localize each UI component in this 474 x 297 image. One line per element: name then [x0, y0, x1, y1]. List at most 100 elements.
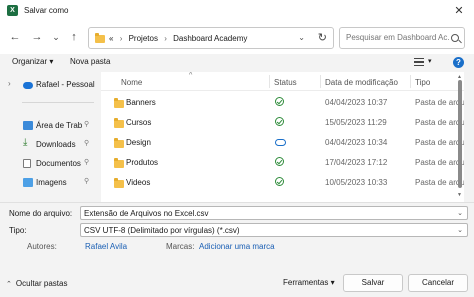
- help-icon[interactable]: ?: [453, 57, 464, 68]
- file-row-design[interactable]: Design 04/04/2023 10:34 Pasta de arqui: [101, 133, 464, 153]
- download-icon: ⤓: [23, 137, 28, 148]
- navigation-pane: › Rafael - Pessoal Área de Trab ⚲ ⤓ Down…: [0, 72, 100, 202]
- file-type-select[interactable]: ⌄: [80, 223, 468, 237]
- address-bar[interactable]: « › Projetos › Dashboard Academy ⌄ ↻: [88, 27, 334, 49]
- title-bar: X Salvar como ✕: [0, 0, 474, 22]
- search-icon[interactable]: [451, 34, 459, 42]
- sidebar-item-onedrive[interactable]: › Rafael - Pessoal: [0, 77, 100, 93]
- column-header-type[interactable]: Tipo: [415, 78, 430, 87]
- hide-folders-label: Ocultar pastas: [15, 279, 68, 288]
- sidebar-item-desktop[interactable]: Área de Trab ⚲: [0, 118, 100, 134]
- images-icon: [23, 178, 33, 187]
- new-folder-button[interactable]: Nova pasta: [70, 57, 110, 66]
- folder-icon: [114, 118, 124, 128]
- chevron-up-icon: ⌃: [6, 281, 12, 288]
- hide-folders-button[interactable]: ⌃ Ocultar pastas: [6, 279, 67, 288]
- authors-link[interactable]: Rafael Avila: [85, 242, 127, 251]
- sidebar-item-downloads[interactable]: ⤓ Downloads ⚲: [0, 137, 100, 153]
- chevron-down-icon[interactable]: ⌄: [457, 209, 463, 217]
- authors-label: Autores:: [27, 242, 57, 251]
- file-modified: 04/04/2023 10:34: [325, 138, 388, 147]
- sidebar-item-label: Documentos: [36, 159, 81, 168]
- sidebar-item-label: Downloads: [36, 140, 76, 149]
- column-divider[interactable]: [410, 75, 411, 88]
- sidebar-item-images[interactable]: Imagens ⚲: [0, 175, 100, 191]
- file-name: Cursos: [126, 118, 152, 127]
- close-icon[interactable]: ✕: [452, 4, 466, 17]
- file-type: Pasta de arqui: [415, 98, 464, 107]
- file-modified: 10/05/2023 10:33: [325, 178, 388, 187]
- filename-field[interactable]: ⌄: [80, 206, 468, 220]
- file-name: Produtos: [126, 158, 159, 167]
- back-arrow-icon[interactable]: ←: [8, 31, 22, 43]
- sidebar-item-label: Rafael - Pessoal: [36, 80, 95, 89]
- pin-icon: ⚲: [84, 159, 90, 166]
- chevron-down-icon[interactable]: ⌄: [457, 226, 463, 234]
- search-input[interactable]: [346, 33, 450, 42]
- folder-icon: [114, 178, 124, 188]
- file-row-cursos[interactable]: Cursos 15/05/2023 11:29 Pasta de arqui: [101, 113, 464, 133]
- excel-app-icon: X: [7, 5, 18, 16]
- pin-icon: ⚲: [84, 121, 90, 128]
- search-box[interactable]: [339, 27, 465, 49]
- add-tag-link[interactable]: Adicionar uma marca: [199, 242, 275, 251]
- sort-ascending-icon: ^: [189, 72, 193, 79]
- vertical-scrollbar[interactable]: [458, 80, 462, 188]
- sidebar-item-label: Imagens: [36, 178, 67, 187]
- breadcrumb-projetos[interactable]: Projetos: [129, 34, 158, 43]
- view-options-chevron-icon[interactable]: ▾: [428, 57, 432, 65]
- column-header-row: ^ Nome Status Data de modificação Tipo: [101, 72, 464, 91]
- column-header-modified[interactable]: Data de modificação: [325, 78, 398, 87]
- file-row-banners[interactable]: Banners 04/04/2023 10:37 Pasta de arqui: [101, 93, 464, 113]
- file-modified: 04/04/2023 10:37: [325, 98, 388, 107]
- expand-chevron-icon[interactable]: ›: [8, 79, 11, 88]
- file-row-videos[interactable]: Videos 10/05/2023 10:33 Pasta de arqui: [101, 173, 464, 193]
- breadcrumb-dashboard-academy[interactable]: Dashboard Academy: [173, 34, 247, 43]
- column-header-status[interactable]: Status: [274, 78, 297, 87]
- sidebar-item-documents[interactable]: Documentos ⚲: [0, 156, 100, 172]
- view-options-icon[interactable]: [414, 58, 424, 67]
- file-name: Banners: [126, 98, 156, 107]
- up-arrow-icon[interactable]: ↑: [67, 31, 81, 43]
- forward-arrow-icon[interactable]: →: [30, 31, 44, 43]
- file-modified: 17/04/2023 17:12: [325, 158, 388, 167]
- file-modified: 15/05/2023 11:29: [325, 118, 387, 127]
- cloud-status-icon: [275, 139, 286, 146]
- cancel-button[interactable]: Cancelar: [408, 274, 468, 292]
- documents-icon: [23, 159, 31, 168]
- file-type-value[interactable]: [84, 226, 444, 235]
- folder-icon: [114, 98, 124, 108]
- synced-check-icon: [275, 117, 284, 126]
- column-divider[interactable]: [269, 75, 270, 88]
- breadcrumb-separator-icon: ›: [164, 34, 167, 43]
- breadcrumb: « › Projetos › Dashboard Academy: [109, 34, 247, 43]
- save-button[interactable]: Salvar: [343, 274, 403, 292]
- sidebar-divider: [22, 102, 94, 103]
- refresh-icon[interactable]: ↻: [318, 31, 327, 44]
- file-name: Design: [126, 138, 151, 147]
- organize-button[interactable]: Organizar ▾: [12, 57, 53, 66]
- scroll-down-icon[interactable]: ▼: [457, 192, 462, 198]
- address-history-chevron-icon[interactable]: ⌄: [298, 33, 305, 42]
- file-row-produtos[interactable]: Produtos 17/04/2023 17:12 Pasta de arqui: [101, 153, 464, 173]
- file-type: Pasta de arqui: [415, 158, 464, 167]
- recent-locations-chevron-icon[interactable]: ⌄: [49, 31, 63, 43]
- tools-button[interactable]: Ferramentas ▾: [283, 278, 335, 287]
- save-as-dialog: X Salvar como ✕ ← → ⌄ ↑ « › Projetos › D…: [0, 0, 474, 297]
- filename-input[interactable]: [84, 209, 444, 218]
- sidebar-item-label: Área de Trab: [36, 121, 83, 130]
- breadcrumb-overflow[interactable]: «: [109, 34, 113, 43]
- column-divider[interactable]: [320, 75, 321, 88]
- desktop-icon: [23, 121, 33, 130]
- synced-check-icon: [275, 177, 284, 186]
- file-type: Pasta de arqui: [415, 178, 464, 187]
- cloud-icon: [23, 82, 33, 89]
- pin-icon: ⚲: [84, 178, 90, 185]
- file-list: ^ Nome Status Data de modificação Tipo B…: [101, 72, 464, 202]
- column-header-name[interactable]: Nome: [121, 78, 142, 87]
- tags-label: Marcas:: [166, 242, 195, 251]
- synced-check-icon: [275, 97, 284, 106]
- window-title: Salvar como: [24, 6, 69, 15]
- form-divider: [0, 202, 474, 203]
- synced-check-icon: [275, 157, 284, 166]
